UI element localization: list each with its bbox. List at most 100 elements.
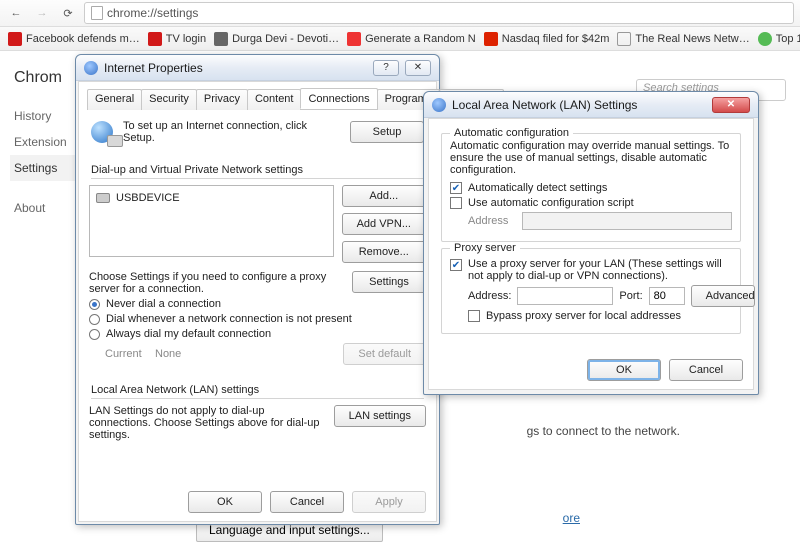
remove-button[interactable]: Remove... [342,241,426,263]
radio-label: Dial whenever a network connection is no… [106,313,352,325]
tab-privacy[interactable]: Privacy [196,89,248,110]
tab-connections[interactable]: Connections [300,88,377,109]
back-button[interactable]: ← [6,3,26,23]
page-icon [91,6,103,20]
proxy-port-label: Port: [619,290,642,302]
checkbox-icon [450,197,462,209]
favicon-icon [214,32,228,46]
bookmark-item[interactable]: TV login [148,32,206,46]
dialog-title: Internet Properties [104,61,203,75]
favicon-icon [758,32,772,46]
checkbox-label: Use a proxy server for your LAN (These s… [468,258,732,282]
favicon-icon [484,32,498,46]
favicon-icon [617,32,631,46]
proxy-port-input[interactable] [649,287,685,305]
tab-security[interactable]: Security [141,89,197,110]
auto-config-legend: Automatic configuration [450,127,573,139]
titlebar[interactable]: Local Area Network (LAN) Settings ✕ [424,92,758,118]
help-button[interactable]: ? [373,60,399,76]
checkbox-icon: ✔ [450,182,462,194]
url-text: chrome://settings [107,6,198,20]
add-button[interactable]: Add... [342,185,426,207]
lan-settings-dialog: Local Area Network (LAN) Settings ✕ Auto… [423,91,759,395]
connection-settings-button[interactable]: Settings [352,271,426,293]
modem-icon [96,193,110,203]
script-address-input [522,212,732,230]
proxy-address-input[interactable] [517,287,613,305]
use-proxy-checkbox[interactable]: ✔ Use a proxy server for your LAN (These… [450,258,732,282]
connections-listbox[interactable]: USBDEVICE [89,185,334,257]
bookmark-item[interactable]: Top 100 B [758,32,800,46]
bookmark-label: Top 100 B [776,33,800,45]
checkbox-label: Automatically detect settings [468,182,607,194]
radio-icon [89,299,100,310]
apply-button: Apply [352,491,426,513]
radio-icon [89,329,100,340]
bookmark-item[interactable]: The Real News Netw… [617,32,749,46]
internet-properties-dialog: Internet Properties ? ✕ General Security… [75,54,440,525]
auto-config-note: Automatic configuration may override man… [450,140,732,176]
background-text: gs to connect to the network. [527,424,680,438]
bookmark-label: Durga Devi - Devoti… [232,33,339,45]
ok-button[interactable]: OK [188,491,262,513]
address-bar[interactable]: chrome://settings [84,2,794,24]
checkbox-icon [468,310,480,322]
favicon-icon [347,32,361,46]
auto-config-group: Automatic configuration Automatic config… [441,133,741,242]
setup-button[interactable]: Setup [350,121,424,143]
bookmark-item[interactable]: Facebook defends m… [8,32,140,46]
background-link[interactable]: ore [563,511,580,525]
lan-legend: Local Area Network (LAN) settings [91,384,424,396]
tab-strip: General Security Privacy Content Connect… [87,88,428,110]
cancel-button[interactable]: Cancel [669,359,743,381]
choose-settings-text: Choose Settings if you need to configure… [89,271,344,295]
lan-note: LAN Settings do not apply to dial-up con… [89,405,326,441]
radio-label: Never dial a connection [106,298,221,310]
proxy-legend: Proxy server [450,242,520,254]
current-label: Current [89,348,149,360]
bypass-checkbox[interactable]: Bypass proxy server for local addresses [450,310,732,322]
tab-content[interactable]: Content [247,89,302,110]
bookmark-item[interactable]: Generate a Random N [347,32,476,46]
checkbox-icon: ✔ [450,259,462,271]
device-name: USBDEVICE [116,192,180,204]
globe-icon [84,61,98,75]
bookmark-item[interactable]: Durga Devi - Devoti… [214,32,339,46]
bookmark-bar: Facebook defends m… TV login Durga Devi … [0,27,800,51]
forward-button[interactable]: → [32,3,52,23]
dialog-title: Local Area Network (LAN) Settings [452,98,637,112]
close-button[interactable]: ✕ [712,97,750,113]
reload-button[interactable]: ⟳ [58,3,78,23]
favicon-icon [148,32,162,46]
browser-toolbar: ← → ⟳ chrome://settings [0,0,800,27]
setup-text: To set up an Internet connection, click … [123,120,340,144]
proxy-group: Proxy server ✔ Use a proxy server for yo… [441,248,741,334]
connection-wizard-icon [91,121,113,143]
radio-dial-always[interactable]: Always dial my default connection [89,328,426,340]
advanced-button[interactable]: Advanced [691,285,755,307]
tab-general[interactable]: General [87,89,142,110]
checkbox-label: Bypass proxy server for local addresses [486,310,681,322]
auto-detect-checkbox[interactable]: ✔ Automatically detect settings [450,182,732,194]
checkbox-label: Use automatic configuration script [468,197,634,209]
ok-button[interactable]: OK [587,359,661,381]
auto-script-checkbox[interactable]: Use automatic configuration script [450,197,732,209]
lan-settings-button[interactable]: LAN settings [334,405,426,427]
radio-dial-when[interactable]: Dial whenever a network connection is no… [89,313,426,325]
current-value: None [155,348,337,360]
radio-icon [89,314,100,325]
dialup-legend: Dial-up and Virtual Private Network sett… [91,164,424,176]
list-item[interactable]: USBDEVICE [94,190,329,206]
add-vpn-button[interactable]: Add VPN... [342,213,426,235]
bookmark-label: TV login [166,33,206,45]
set-default-button: Set default [343,343,426,365]
titlebar[interactable]: Internet Properties ? ✕ [76,55,439,81]
bookmark-item[interactable]: Nasdaq filed for $42m [484,32,610,46]
radio-never-dial[interactable]: Never dial a connection [89,298,426,310]
close-button[interactable]: ✕ [405,60,431,76]
bookmark-label: Generate a Random N [365,33,476,45]
cancel-button[interactable]: Cancel [270,491,344,513]
bookmark-label: Facebook defends m… [26,33,140,45]
globe-icon [432,98,446,112]
bookmark-label: Nasdaq filed for $42m [502,33,610,45]
